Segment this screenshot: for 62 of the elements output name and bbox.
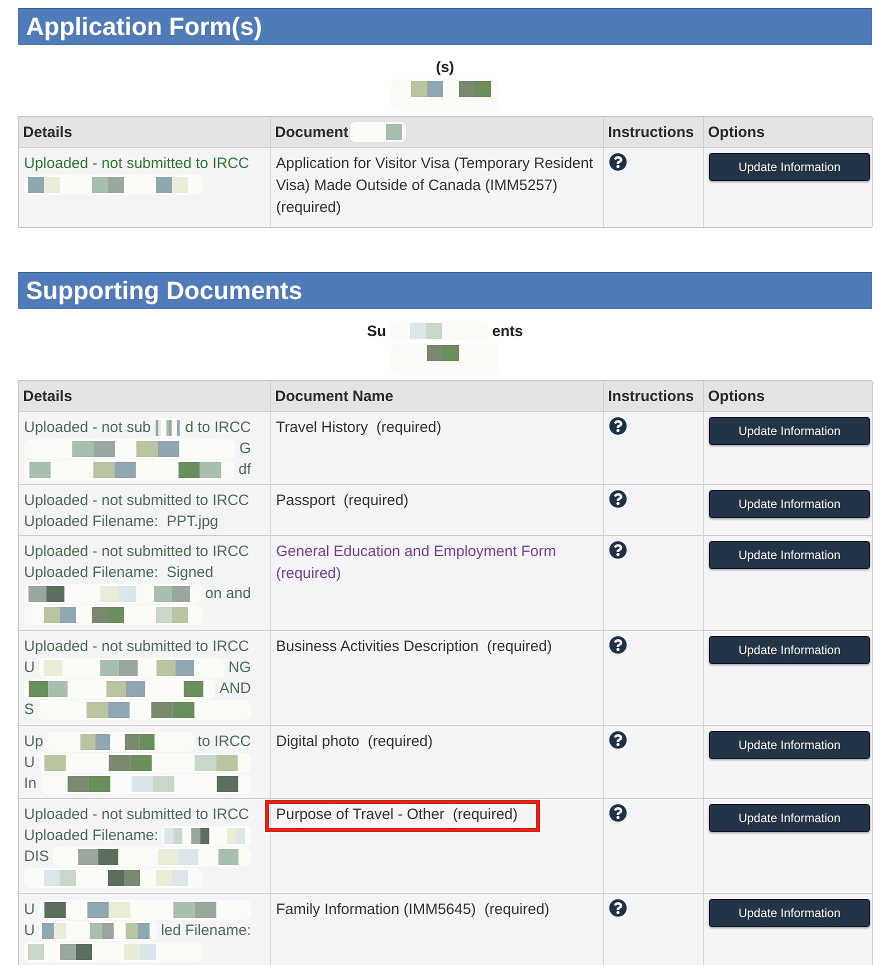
- document-name: Family Information (IMM5645) (required): [276, 900, 550, 920]
- update-information-button[interactable]: Update Information: [709, 153, 870, 181]
- table-caption: Su: [366, 322, 386, 340]
- column-header: Options: [704, 381, 873, 411]
- update-information-button[interactable]: Update Information: [709, 731, 870, 759]
- column-header: Instructions: [604, 381, 704, 411]
- column-header: Instructions: [604, 117, 704, 147]
- upload-status-text: AND: [219, 678, 251, 698]
- column-header: Document Name: [271, 381, 604, 411]
- update-information-button[interactable]: Update Information: [709, 636, 870, 664]
- help-icon[interactable]: [609, 899, 627, 917]
- column-header: Details: [19, 117, 271, 147]
- document-name: Business Activities Description (required): [276, 637, 552, 657]
- upload-status-text: U: [24, 920, 35, 940]
- upload-status-text: U: [24, 752, 35, 772]
- document-name: Digital photo (required): [276, 732, 433, 752]
- upload-status-text: df: [238, 460, 251, 480]
- document-name: Passport (required): [276, 491, 409, 511]
- document-name: Application for Visitor Visa (Temporary Resident Visa) Made Outside of Canada (IMM5257) (required): [276, 154, 594, 218]
- column-header: Options: [704, 117, 873, 147]
- column-header: Details: [19, 381, 271, 411]
- upload-status-text: Uploaded - not submitted to IRCC: [24, 490, 250, 510]
- upload-status-text: U: [24, 658, 35, 678]
- upload-status-text: Uploaded Filename: Signed: [24, 562, 214, 582]
- help-icon[interactable]: [609, 541, 627, 559]
- update-information-button[interactable]: Update Information: [709, 417, 870, 445]
- upload-status-text: U: [24, 900, 35, 920]
- section-header: Application Form(s): [18, 8, 872, 45]
- help-icon[interactable]: [609, 731, 627, 749]
- upload-status-text: Uploaded Filename: PPT.jpg: [24, 512, 218, 532]
- upload-status-text: NG: [228, 658, 251, 678]
- update-information-button[interactable]: Update Information: [709, 899, 870, 927]
- upload-status-text: Uploaded - not sub: [24, 418, 151, 438]
- column-header: Document: [271, 117, 604, 147]
- help-icon[interactable]: [609, 490, 627, 508]
- upload-status-text: Uploaded - not submitted to IRCC: [24, 154, 250, 174]
- upload-status-text: Uploaded - not submitted to IRCC: [24, 804, 250, 824]
- table-caption: ents: [492, 322, 523, 340]
- document-name: Travel History (required): [276, 418, 442, 438]
- update-information-button[interactable]: Update Information: [709, 490, 870, 518]
- upload-status-text: Uploaded - not submitted to IRCC: [24, 636, 250, 656]
- update-information-button[interactable]: Update Information: [709, 804, 870, 832]
- table-caption: (s): [436, 58, 454, 76]
- help-icon[interactable]: [609, 153, 627, 171]
- upload-status-text: In: [24, 774, 37, 794]
- upload-status-text: d to IRCC: [185, 418, 251, 438]
- update-information-button[interactable]: Update Information: [709, 541, 870, 569]
- upload-status-text: Up: [24, 732, 44, 752]
- upload-status-text: G: [239, 438, 251, 458]
- help-icon[interactable]: [609, 804, 627, 822]
- section-header: Supporting Documents: [18, 272, 872, 309]
- upload-status-text: Uploaded - not submitted to IRCC: [24, 542, 250, 562]
- upload-status-text: to IRCC: [198, 732, 251, 752]
- upload-status-text: led Filename:: [160, 920, 251, 940]
- upload-status-text: DIS: [24, 846, 50, 866]
- upload-status-text: on and: [205, 584, 251, 604]
- upload-status-text: S: [24, 700, 34, 720]
- help-icon[interactable]: [609, 417, 627, 435]
- upload-status-text: Uploaded Filename:: [24, 826, 158, 846]
- help-icon[interactable]: [609, 636, 627, 654]
- redaction-mosaic: [350, 122, 406, 142]
- document-name: Purpose of Travel - Other (required): [265, 800, 540, 832]
